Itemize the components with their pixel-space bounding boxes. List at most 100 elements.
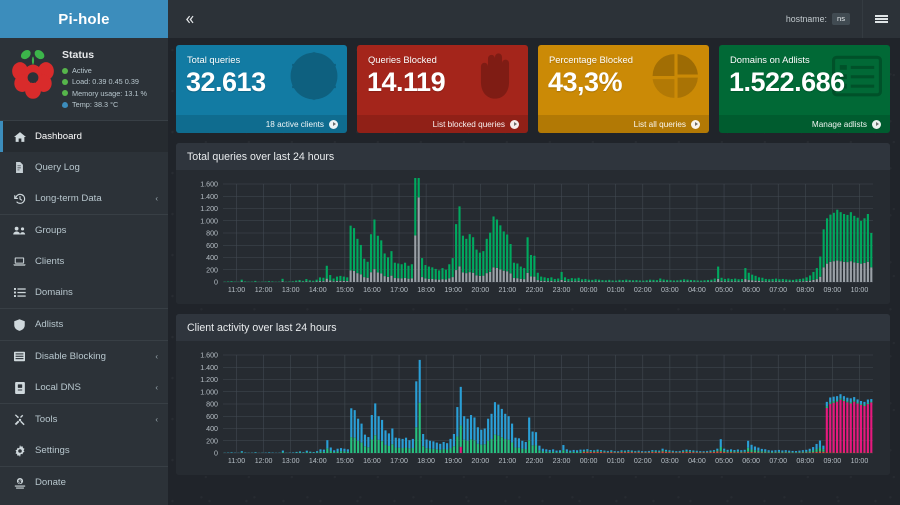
- svg-text:19:00: 19:00: [444, 286, 462, 294]
- sidebar-item-long-term-data[interactable]: Long-term Data ‹: [0, 183, 168, 214]
- chart-panels: Total queries over last 24 hours 0 200 400 6…: [176, 143, 890, 475]
- svg-text:05:00: 05:00: [715, 286, 733, 294]
- sidebar-item-label: Groups: [35, 225, 67, 237]
- chart-canvas-area[interactable]: 0 200 400 600 800 1.000 1.200 1.400 1.600 11:00 12…: [176, 170, 890, 304]
- chart-panel-1: Total queries over last 24 hours 0 200 400 6…: [176, 143, 890, 304]
- stat-card-title: Total queries: [187, 54, 241, 65]
- wrench-icon: [13, 414, 26, 426]
- chart-svg: 0 200 400 600 800 1.000 1.200 1.400 1.600 11:00 12…: [200, 352, 873, 465]
- stat-cards: Total queries 32.613 18 active clients Quer…: [176, 45, 890, 133]
- svg-text:09:00: 09:00: [823, 286, 841, 294]
- sidebar-item-label: Donate: [35, 477, 66, 489]
- book-icon: [13, 381, 26, 394]
- sidebar-item-settings[interactable]: Settings: [0, 435, 168, 466]
- svg-text:21:00: 21:00: [498, 286, 516, 294]
- stat-card-footer-link[interactable]: List blocked queries: [357, 115, 528, 133]
- svg-text:20:00: 20:00: [471, 286, 489, 294]
- brand-title[interactable]: Pi-hole: [0, 0, 168, 38]
- stat-card-footer-link[interactable]: Manage adlists: [719, 115, 890, 133]
- svg-text:23:00: 23:00: [553, 286, 571, 294]
- green-dot-icon: [62, 90, 68, 97]
- raspberry-pi-logo-icon: [10, 47, 56, 105]
- sidebar-item-dashboard[interactable]: Dashboard: [0, 121, 168, 153]
- svg-text:10:00: 10:00: [851, 457, 869, 465]
- pie-chart-icon: [651, 51, 701, 101]
- svg-text:02:00: 02:00: [634, 286, 652, 294]
- svg-text:00:00: 00:00: [580, 457, 598, 465]
- stat-card-value: 43,3%: [548, 67, 623, 97]
- chart-canvas-area[interactable]: 0 200 400 600 800 1.000 1.200 1.400 1.600 11:00 12…: [176, 341, 890, 475]
- stat-card-footer-label: List blocked queries: [432, 119, 505, 129]
- svg-text:13:00: 13:00: [282, 286, 300, 294]
- stat-card-percentage-blocked[interactable]: Percentage Blocked 43,3% List all queries: [538, 45, 709, 133]
- file-icon: [13, 162, 26, 174]
- sidebar-item-donate[interactable]: Donate: [0, 467, 168, 498]
- stat-card-domains-on-adlists[interactable]: Domains on Adlists 1.522.686 Manage adlist…: [719, 45, 890, 133]
- svg-text:06:00: 06:00: [742, 286, 760, 294]
- arrow-circle-right-icon: [691, 119, 700, 129]
- users-icon: [13, 225, 26, 236]
- svg-text:04:00: 04:00: [688, 286, 706, 294]
- status-title: Status: [62, 49, 95, 61]
- svg-text:03:00: 03:00: [661, 457, 679, 465]
- sidebar-item-label: Long-term Data: [35, 193, 102, 205]
- svg-text:21:00: 21:00: [498, 457, 516, 465]
- chevron-left-icon: ‹: [155, 383, 158, 393]
- svg-text:07:00: 07:00: [769, 457, 787, 465]
- svg-text:17:00: 17:00: [390, 457, 408, 465]
- stat-card-value: 32.613: [186, 67, 266, 97]
- sidebar-item-tools[interactable]: Tools ‹: [0, 404, 168, 435]
- stat-card-title: Domains on Adlists: [730, 54, 810, 65]
- svg-text:22:00: 22:00: [526, 286, 544, 294]
- status-line-load: Load: 0.39 0.45 0.39: [62, 76, 160, 87]
- history-icon: [13, 193, 26, 205]
- chart-panel-title: Total queries over last 24 hours: [176, 143, 890, 170]
- home-icon: [13, 131, 26, 143]
- stat-card-footer-label: Manage adlists: [811, 119, 867, 129]
- svg-text:1.400: 1.400: [200, 364, 218, 372]
- sidebar-item-groups[interactable]: Groups: [0, 215, 168, 246]
- sidebar-item-local-dns[interactable]: Local DNS ‹: [0, 372, 168, 403]
- hostname-display[interactable]: hostname: ns: [774, 0, 862, 38]
- chevron-double-left-icon[interactable]: [174, 0, 204, 38]
- stat-card-queries-blocked[interactable]: Queries Blocked 14.119 List blocked querie…: [357, 45, 528, 133]
- svg-text:23:00: 23:00: [553, 457, 571, 465]
- pihole-dashboard: Pi-hole Status Active Load: 0.39 0.45 0.…: [0, 0, 900, 505]
- svg-text:14:00: 14:00: [309, 286, 327, 294]
- content: Total queries 32.613 18 active clients Quer…: [168, 38, 900, 475]
- svg-text:20:00: 20:00: [471, 457, 489, 465]
- sidebar-item-label: Tools: [35, 414, 58, 426]
- stat-card-total-queries[interactable]: Total queries 32.613 18 active clients: [176, 45, 347, 133]
- sidebar-item-query-log[interactable]: Query Log: [0, 152, 168, 183]
- sidebar-item-adlists[interactable]: Adlists: [0, 309, 168, 340]
- stat-card-footer-link[interactable]: 18 active clients: [176, 115, 347, 133]
- sidebar-item-domains[interactable]: Domains: [0, 277, 168, 308]
- arrow-circle-right-icon: [872, 119, 881, 129]
- svg-text:03:00: 03:00: [661, 286, 679, 294]
- svg-text:11:00: 11:00: [228, 286, 245, 294]
- chart-svg: 0 200 400 600 800 1.000 1.200 1.400 1.600 11:00 12…: [200, 178, 873, 294]
- hamburger-icon[interactable]: [862, 0, 900, 38]
- svg-text:200: 200: [206, 266, 218, 274]
- svg-text:04:00: 04:00: [688, 457, 706, 465]
- sidebar-item-label: Query Log: [35, 162, 80, 174]
- hand-icon: [470, 51, 520, 101]
- shield-icon: [13, 318, 26, 331]
- status-load-text: Load: 0.39 0.45 0.39: [72, 77, 139, 87]
- svg-text:14:00: 14:00: [309, 457, 327, 465]
- svg-text:400: 400: [206, 425, 218, 433]
- svg-text:01:00: 01:00: [607, 457, 625, 465]
- stat-card-footer-link[interactable]: List all queries: [538, 115, 709, 133]
- svg-text:01:00: 01:00: [607, 286, 625, 294]
- status-active-text: Active: [72, 66, 92, 75]
- status-line-temp: Temp: 38.3 °C: [62, 99, 160, 110]
- svg-text:11:00: 11:00: [228, 457, 245, 465]
- svg-text:16:00: 16:00: [363, 286, 381, 294]
- sidebar-item-clients[interactable]: Clients: [0, 246, 168, 277]
- svg-text:09:00: 09:00: [823, 457, 841, 465]
- chevron-left-icon: ‹: [155, 194, 158, 204]
- svg-text:1.600: 1.600: [200, 181, 218, 189]
- sidebar-item-label: Domains: [35, 287, 73, 299]
- svg-text:00:00: 00:00: [580, 286, 598, 294]
- sidebar-item-disable-blocking[interactable]: Disable Blocking ‹: [0, 341, 168, 372]
